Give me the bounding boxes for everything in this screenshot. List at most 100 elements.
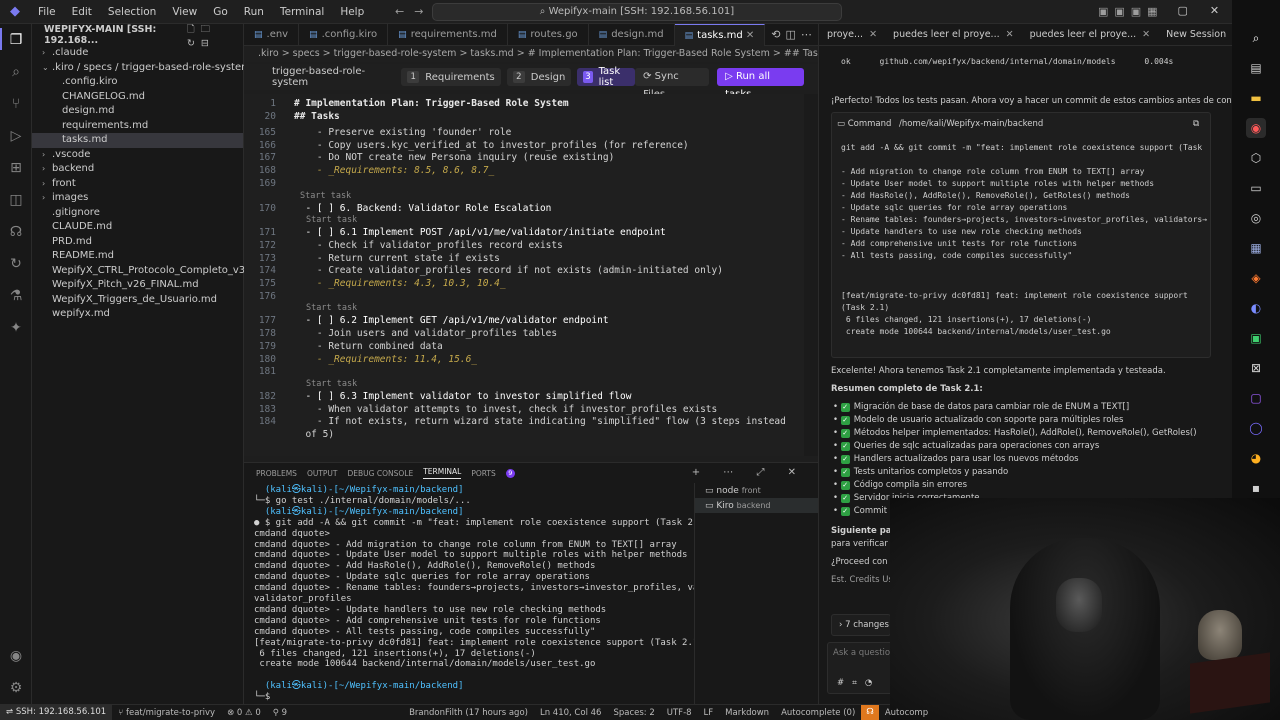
- search-taskbar-icon[interactable]: ⌕: [1246, 28, 1266, 48]
- run-debug-icon[interactable]: ▷: [0, 128, 32, 144]
- tab-tasks-md[interactable]: ▤ tasks.md ✕: [674, 24, 766, 46]
- app-icon-small[interactable]: ▪: [1246, 478, 1266, 498]
- app-icon-ring[interactable]: ◯: [1246, 418, 1266, 438]
- browser-icon[interactable]: ◉: [1246, 118, 1266, 138]
- tree-file[interactable]: design.md: [32, 104, 243, 119]
- code-line[interactable]: 184 - If not exists, return wizard state…: [244, 416, 786, 429]
- tab--env[interactable]: ▤ .env: [244, 24, 300, 46]
- cursor-position[interactable]: Ln 410, Col 46: [534, 708, 607, 718]
- code-line[interactable]: 170 - [ ] 6. Backend: Validator Role Esc…: [244, 203, 552, 216]
- tab-design-md[interactable]: ▤ design.md: [589, 24, 675, 46]
- menu-item-terminal[interactable]: Terminal: [272, 6, 332, 18]
- code-line[interactable]: 183 - When validator attempts to invest,…: [244, 404, 717, 417]
- terminal-instance-node[interactable]: ▭ node front: [695, 483, 818, 498]
- spec-step-design[interactable]: 2 Design: [506, 68, 572, 86]
- menu-item-run[interactable]: Run: [236, 6, 272, 18]
- tree-file[interactable]: CHANGELOG.md: [32, 90, 243, 105]
- autocomplete-status-2[interactable]: Autocomp: [879, 708, 934, 718]
- start-task-codelens[interactable]: Start task: [306, 379, 357, 390]
- chat-tab[interactable]: proye... ✕: [819, 29, 885, 40]
- spark-icon[interactable]: ✦: [0, 320, 32, 336]
- eol[interactable]: LF: [698, 708, 720, 718]
- menu-item-view[interactable]: View: [164, 6, 205, 18]
- remote-explorer-icon[interactable]: ⊞: [0, 160, 32, 176]
- autocomplete-status[interactable]: Autocomplete (0): [775, 708, 861, 718]
- code-line[interactable]: 172 - Check if validator_profiles record…: [244, 240, 563, 253]
- extensions-icon[interactable]: ◫: [0, 192, 32, 208]
- editor-actions[interactable]: ⟲◫⋯: [765, 24, 823, 45]
- language-mode[interactable]: Markdown: [719, 708, 775, 718]
- remote-indicator[interactable]: ⇌ SSH: 192.168.56.101: [0, 705, 113, 720]
- code-line[interactable]: 173 - Return current state if exists: [244, 253, 500, 266]
- tab-requirements-md[interactable]: ▤ requirements.md: [388, 24, 508, 46]
- copy-icon[interactable]: ⧉: [1193, 119, 1199, 130]
- app-icon-green[interactable]: ▣: [1246, 328, 1266, 348]
- code-line[interactable]: 168 - _Requirements: 8.5, 8.6, 8.7_: [244, 165, 494, 178]
- sticky-line[interactable]: 1 # Implementation Plan: Trigger-Based Ro…: [244, 98, 568, 111]
- tree-folder[interactable]: ⌄ .kiro / specs / trigger-based-role-syst…: [32, 61, 251, 76]
- tree-folder[interactable]: › .claude: [32, 46, 243, 61]
- tree-file[interactable]: WepifyX_Triggers_de_Usuario.md: [32, 293, 243, 308]
- code-line[interactable]: 175 - _Requirements: 4.3, 10.3, 10.4_: [244, 278, 506, 291]
- code-editor[interactable]: 1 # Implementation Plan: Trigger-Based Ro…: [244, 94, 818, 456]
- tree-file[interactable]: WepifyX_Pitch_v26_FINAL.md: [32, 278, 243, 293]
- explorer-actions[interactable]: 🗋🗀↻⊟: [187, 22, 235, 49]
- tree-file[interactable]: PRD.md: [32, 235, 243, 250]
- code-line[interactable]: 167 - Do NOT create new Persona inquiry …: [244, 152, 614, 165]
- settings-gear-icon[interactable]: ⚙: [0, 680, 32, 696]
- terminal-instance-kiro[interactable]: ▭ Kiro backend: [695, 498, 818, 513]
- indentation[interactable]: Spaces: 2: [607, 708, 660, 718]
- terminal-app-icon[interactable]: ▭: [1246, 178, 1266, 198]
- chrome-icon[interactable]: ◕: [1246, 448, 1266, 468]
- encoding[interactable]: UTF-8: [661, 708, 698, 718]
- breadcrumb[interactable]: .kiro > specs > trigger-based-role-syste…: [244, 46, 828, 62]
- sticky-line[interactable]: 20 ## Tasks: [244, 111, 340, 124]
- window-controls[interactable]: –▢✕: [1150, 4, 1241, 17]
- tree-file[interactable]: wepifyx.md: [32, 307, 243, 322]
- tab-close-icon[interactable]: ✕: [743, 30, 754, 41]
- tab--config-kiro[interactable]: ▤ .config.kiro: [299, 24, 389, 46]
- search-icon[interactable]: ⌕: [0, 64, 32, 80]
- tree-file[interactable]: CLAUDE.md: [32, 220, 243, 235]
- sync-files-button[interactable]: ⟳ Sync Files: [635, 68, 710, 100]
- kiro-status-icon[interactable]: ☊: [861, 705, 879, 720]
- changes-label[interactable]: › 7 changes: [839, 620, 889, 631]
- file-explorer-icon[interactable]: ▬: [1246, 88, 1266, 108]
- tree-file[interactable]: tasks.md: [32, 133, 243, 148]
- chat-tab-close-icon[interactable]: ✕: [869, 29, 877, 40]
- code-line[interactable]: 166 - Copy users.kyc_verified_at to inve…: [244, 140, 689, 153]
- code-line[interactable]: 171 - [ ] 6.1 Implement POST /api/v1/me/…: [244, 227, 666, 240]
- spec-step-requirements[interactable]: 1 Requirements: [401, 68, 501, 86]
- tree-file[interactable]: .config.kiro: [32, 75, 243, 90]
- panel-actions[interactable]: + ⋯ ⤢ ✕: [692, 467, 806, 478]
- tree-folder[interactable]: › front: [32, 177, 243, 192]
- command-center[interactable]: ⌕ Wepifyx-main [SSH: 192.168.56.101]: [432, 3, 842, 21]
- menu-item-help[interactable]: Help: [332, 6, 372, 18]
- account-icon[interactable]: ◉: [0, 648, 32, 664]
- source-control-icon[interactable]: ⑂: [0, 96, 32, 112]
- code-line[interactable]: 181: [244, 366, 294, 379]
- task-view-icon[interactable]: ▤: [1246, 58, 1266, 78]
- menu-item-go[interactable]: Go: [205, 6, 236, 18]
- code-line[interactable]: 169: [244, 178, 294, 191]
- tree-folder[interactable]: › .vscode: [32, 148, 243, 163]
- tree-folder[interactable]: › backend: [32, 162, 243, 177]
- panel-tab-problems[interactable]: PROBLEMS: [256, 469, 297, 478]
- chat-tab-close-icon[interactable]: ✕: [1142, 29, 1150, 40]
- kiro-ghost-icon[interactable]: ☊: [0, 224, 32, 240]
- panel-tab-output[interactable]: OUTPUT: [307, 469, 338, 478]
- start-task-codelens[interactable]: Start task: [300, 191, 351, 202]
- brave-icon[interactable]: ◈: [1246, 268, 1266, 288]
- tree-folder[interactable]: › images: [32, 191, 243, 206]
- tab-routes-go[interactable]: ▤ routes.go: [508, 24, 589, 46]
- menu-item-file[interactable]: File: [30, 6, 64, 18]
- chat-input-actions[interactable]: #⌗◔: [837, 678, 880, 689]
- code-line[interactable]: 178 - Join users and validator_profiles …: [244, 328, 557, 341]
- panel-tab-terminal[interactable]: TERMINAL: [423, 467, 462, 479]
- app-icon-white[interactable]: ⊠: [1246, 358, 1266, 378]
- panel-tab-ports[interactable]: PORTS: [471, 469, 495, 478]
- testing-icon[interactable]: ⚗: [0, 288, 32, 304]
- panel-tab-debug-console[interactable]: DEBUG CONSOLE: [348, 469, 414, 478]
- branch-indicator[interactable]: ⑂ feat/migrate-to-privy: [112, 708, 221, 718]
- git-blame[interactable]: BrandonFilth (17 hours ago): [403, 708, 534, 718]
